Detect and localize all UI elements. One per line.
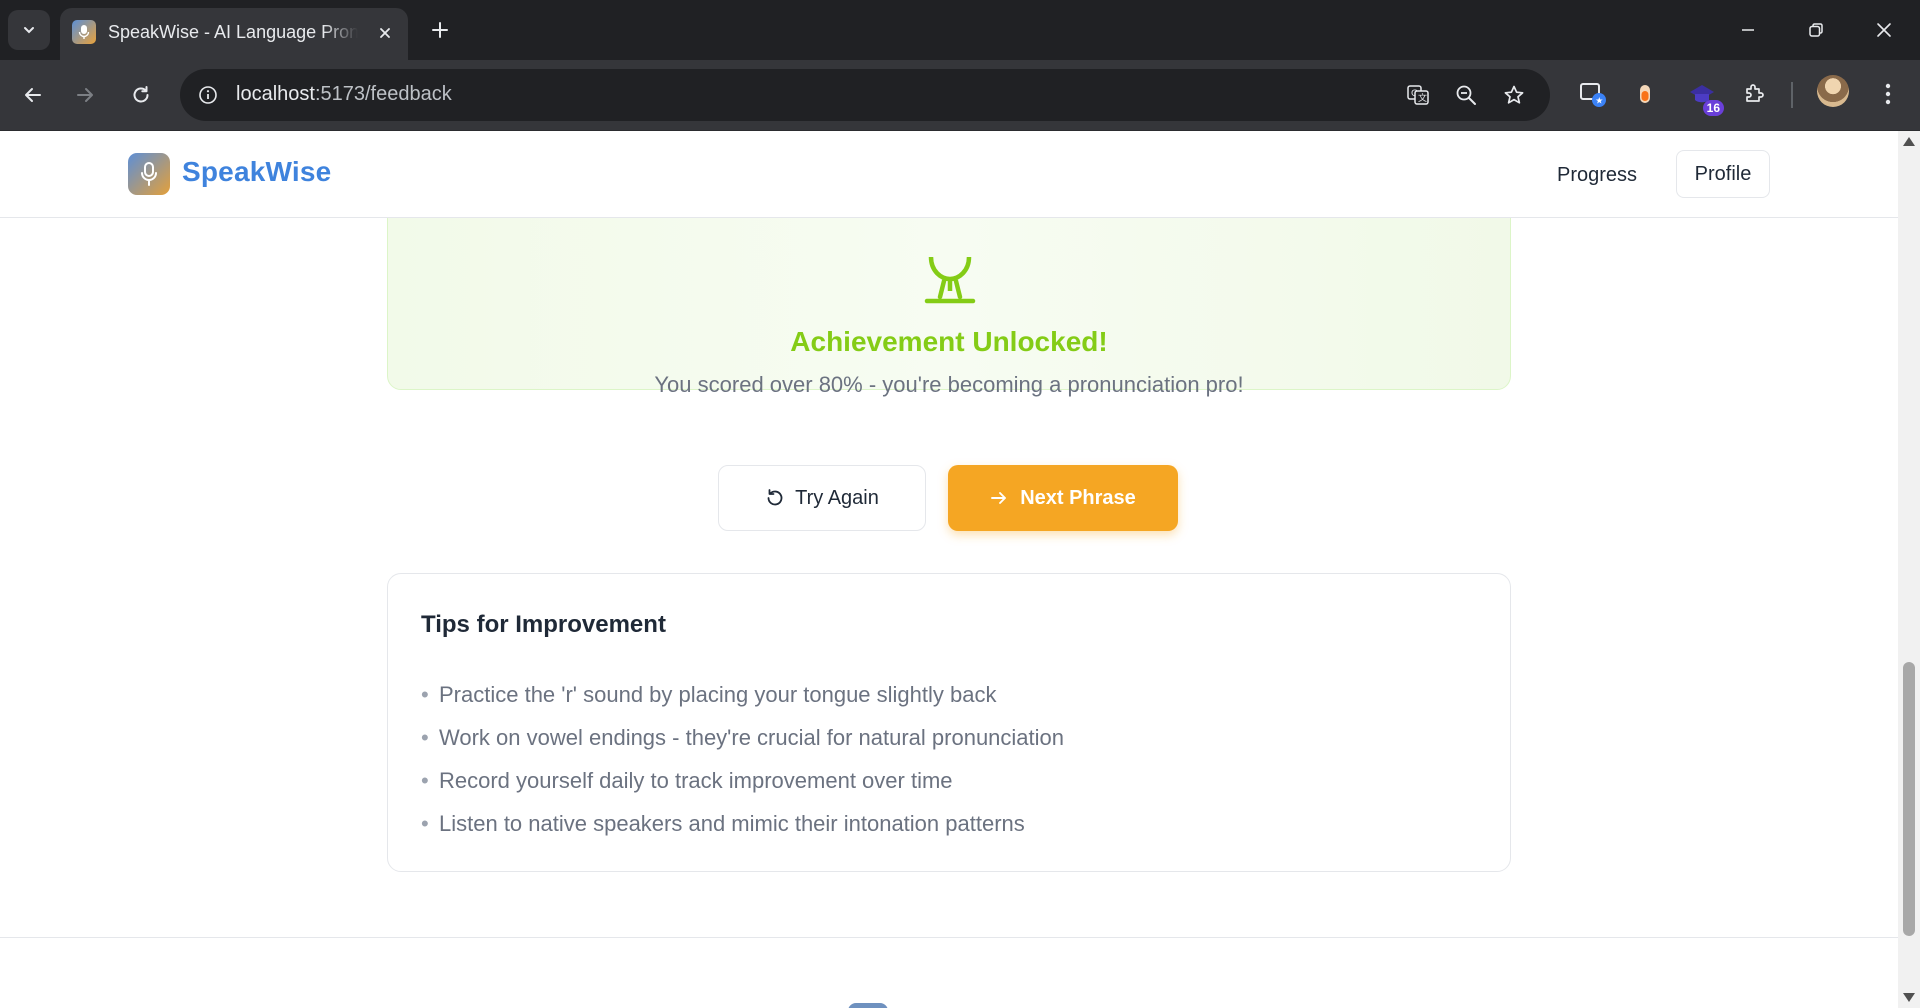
trophy-icon	[924, 257, 976, 304]
chevron-down-icon	[24, 27, 34, 34]
restore-button[interactable]	[1796, 10, 1836, 50]
minimize-icon	[1742, 29, 1754, 31]
tip-text: Listen to native speakers and mimic thei…	[439, 811, 1025, 836]
microphone-icon[interactable]	[128, 153, 170, 195]
zoom-out-icon[interactable]	[1452, 81, 1480, 109]
minimize-button[interactable]	[1728, 10, 1768, 50]
arrow-left-icon	[25, 88, 41, 102]
toolbar-separator	[1791, 82, 1793, 108]
rotate-ccw-icon	[767, 489, 783, 506]
footer-logo-icon	[848, 1003, 888, 1008]
tips-card: Tips for Improvement • Practice the 'r' s…	[387, 573, 1511, 872]
extension-fox-icon[interactable]	[1625, 74, 1665, 114]
url-text[interactable]: localhost:5173/feedback	[236, 83, 452, 106]
bullet: •	[421, 682, 429, 707]
tips-title: Tips for Improvement	[421, 611, 666, 638]
achievement-title: Achievement Unlocked!	[790, 326, 1108, 357]
new-tab-button[interactable]	[424, 14, 456, 46]
site-info-icon[interactable]	[194, 81, 222, 109]
arrow-right-icon	[77, 88, 93, 102]
url-host: localhost	[236, 83, 315, 105]
back-button[interactable]	[14, 76, 52, 114]
favicon-icon	[72, 20, 96, 44]
tip-text: Practice the 'r' sound by placing your t…	[439, 682, 997, 707]
extension-badge-count: 16	[1702, 100, 1724, 116]
browser-menu-icon[interactable]	[1868, 74, 1908, 114]
tip-item: • Practice the 'r' sound by placing your …	[421, 680, 1064, 723]
bullet: •	[421, 811, 429, 836]
plus-icon	[432, 22, 448, 38]
address-bar[interactable]: localhost:5173/feedback G文	[180, 69, 1550, 121]
app-header: SpeakWise Progress Profile	[0, 131, 1898, 218]
browser-toolbar: localhost:5173/feedback G文 ★ 16	[0, 60, 1920, 131]
tab-search-button[interactable]	[8, 10, 50, 50]
scrollbar-thumb[interactable]	[1903, 662, 1915, 936]
scroll-down-arrow-icon[interactable]	[1903, 993, 1915, 1002]
tip-text: Record yourself daily to track improveme…	[439, 768, 953, 793]
svg-text:★: ★	[1595, 97, 1603, 107]
svg-text:文: 文	[1418, 92, 1427, 104]
nav-profile-button[interactable]: Profile	[1676, 150, 1770, 198]
bookmark-star-icon[interactable]	[1500, 81, 1528, 109]
close-tab-icon[interactable]	[374, 22, 396, 44]
tip-item: • Record yourself daily to track improvem…	[421, 766, 1064, 809]
tip-text: Work on vowel endings - they're crucial …	[439, 725, 1065, 750]
footer-divider	[0, 937, 1898, 938]
try-again-label: Try Again	[795, 486, 879, 509]
try-again-button[interactable]: Try Again	[718, 465, 926, 531]
tip-item: • Listen to native speakers and mimic the…	[421, 809, 1064, 852]
bullet: •	[421, 725, 429, 750]
bullet: •	[421, 768, 429, 793]
scroll-up-arrow-icon[interactable]	[1903, 137, 1915, 146]
browser-tab-bar: SpeakWise - AI Language Pronunciation	[0, 0, 1920, 60]
arrow-right-icon	[991, 492, 1007, 504]
page-scrollbar[interactable]	[1898, 131, 1920, 1008]
extension-screenshot-icon[interactable]: ★	[1572, 74, 1612, 114]
url-path: :5173/feedback	[314, 83, 452, 105]
profile-avatar[interactable]	[1817, 75, 1849, 107]
tips-list: • Practice the 'r' sound by placing your …	[421, 680, 1064, 852]
reload-button[interactable]	[122, 76, 160, 114]
page-viewport: Achievement Unlocked! You scored over 80…	[0, 131, 1898, 1008]
restore-icon	[1809, 23, 1823, 37]
close-icon	[1877, 23, 1891, 37]
tab-title: SpeakWise - AI Language Pronunciation	[108, 22, 358, 42]
extension-badge-icon[interactable]: 16	[1682, 74, 1724, 116]
tip-item: • Work on vowel endings - they're crucial…	[421, 723, 1064, 766]
nav-progress-link[interactable]: Progress	[1540, 151, 1654, 199]
close-window-button[interactable]	[1864, 10, 1904, 50]
brand-name[interactable]: SpeakWise	[182, 156, 331, 188]
reload-icon	[133, 86, 149, 103]
next-phrase-label: Next Phrase	[1020, 486, 1136, 509]
translate-icon[interactable]: G文	[1404, 81, 1432, 109]
achievement-description: You scored over 80% - you're becoming a …	[654, 372, 1244, 397]
next-phrase-button[interactable]: Next Phrase	[948, 465, 1178, 531]
forward-button[interactable]	[66, 76, 104, 114]
browser-tab-active[interactable]: SpeakWise - AI Language Pronunciation	[60, 8, 408, 60]
extensions-puzzle-icon[interactable]	[1734, 74, 1774, 114]
